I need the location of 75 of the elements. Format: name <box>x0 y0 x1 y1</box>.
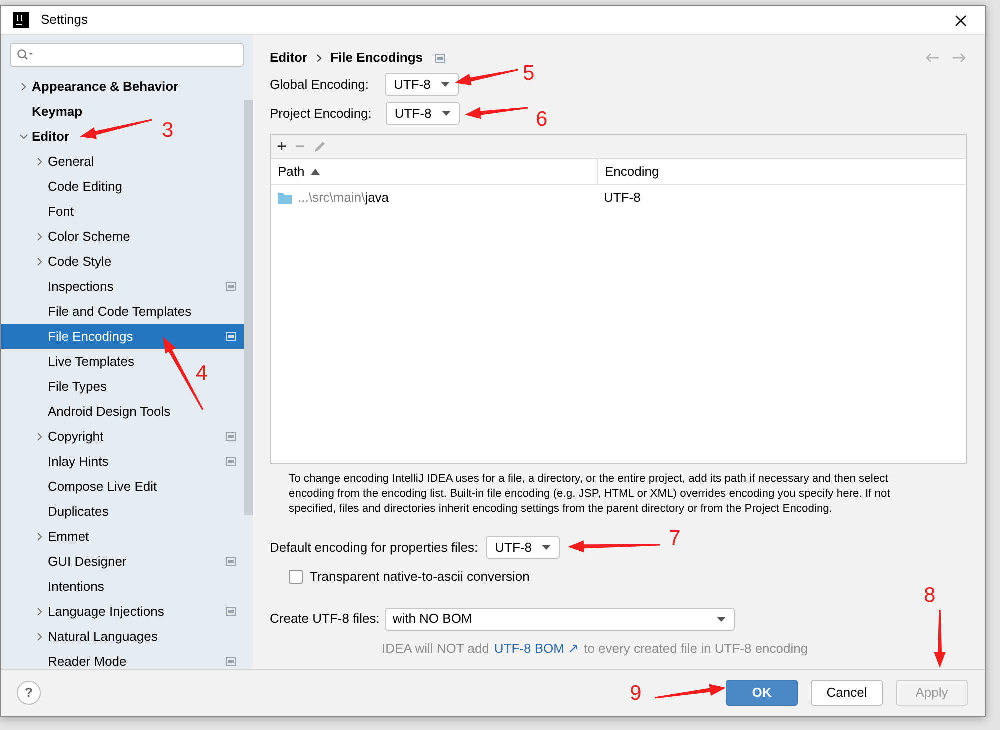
encoding-dropdown[interactable]: UTF-8 <box>386 102 460 125</box>
annotation-number: 4 <box>196 363 208 384</box>
column-header[interactable]: Encoding <box>597 159 660 184</box>
ok-button[interactable]: OK <box>726 680 798 706</box>
sidebar-item[interactable]: General <box>1 149 100 174</box>
scrollbar[interactable] <box>244 100 253 515</box>
sidebar-item[interactable]: Reader Mode <box>1 649 133 669</box>
sidebar-item[interactable]: Keymap <box>1 99 89 124</box>
checkbox[interactable] <box>289 570 303 584</box>
annotation-number: 7 <box>669 528 681 549</box>
edit-icon[interactable] <box>312 140 327 154</box>
sidebar-item[interactable]: Live Templates <box>1 349 140 374</box>
create-utf8-label: Create UTF-8 files: <box>270 610 380 628</box>
window-title: Settings <box>41 11 88 30</box>
caret-icon <box>442 111 451 116</box>
breadcrumb-item: File Encodings <box>330 49 424 68</box>
sidebar-item[interactable]: Copyright <box>1 424 110 449</box>
sidebar-item[interactable]: File Types <box>1 374 114 399</box>
encoding-dropdown[interactable]: UTF-8 <box>486 536 560 559</box>
sidebar-item[interactable]: Duplicates <box>1 499 115 524</box>
sidebar-item[interactable]: Inlay Hints <box>1 449 115 474</box>
encoding-dropdown[interactable]: UTF-8 <box>385 73 459 96</box>
sidebar-item[interactable]: Code Style <box>1 249 118 274</box>
sidebar-item[interactable]: Emmet <box>1 524 96 549</box>
breadcrumb-item: Editor <box>270 49 308 68</box>
annotation-number: 6 <box>536 109 548 130</box>
breadcrumb-separator-icon <box>316 54 323 62</box>
description-text: To change encoding IntelliJ IDEA uses for a file, a directory, or the entire project, add its path if necessary and then select encoding from the encoding list. Built-in file encoding (e.g. JSP, HTML or XML) overrides encoding you specify here. If not specified, files and directories inherit encoding settings from the parent directory or from the Project Encoding. <box>288 472 892 517</box>
sidebar-item[interactable]: Natural Languages <box>1 624 164 649</box>
sidebar-item[interactable]: Editor <box>1 124 76 149</box>
add-button[interactable]: + <box>277 138 287 155</box>
sidebar-item[interactable]: Appearance & Behavior <box>1 74 185 99</box>
checkbox-label: Transparent native-to-ascii conversion <box>310 568 530 586</box>
project-scope-icon <box>435 54 446 62</box>
back-arrow-icon[interactable] <box>925 53 940 63</box>
sidebar-item[interactable]: Android Design Tools <box>1 399 177 424</box>
annotation-arrow <box>465 107 528 120</box>
annotation-number: 9 <box>630 683 642 704</box>
hint-text: IDEA will NOT add <box>382 640 490 658</box>
sidebar-item[interactable]: Intentions <box>1 574 110 599</box>
close-icon <box>955 14 967 27</box>
caret-icon <box>542 545 551 550</box>
sidebar-item[interactable]: Inspections <box>1 274 120 299</box>
annotation-number: 3 <box>162 120 174 141</box>
caret-icon <box>716 616 726 622</box>
folder-icon <box>278 192 292 204</box>
hint-text: to every created file in UTF-8 encoding <box>584 640 808 658</box>
project-encoding-label: Project Encoding: <box>270 104 372 123</box>
sidebar-item[interactable]: Language Injections <box>1 599 170 624</box>
sidebar-item[interactable]: File and Code Templates <box>1 299 198 324</box>
annotation-number: 8 <box>924 585 936 606</box>
sidebar-item[interactable]: File Encodings <box>1 324 244 349</box>
properties-encoding-label: Default encoding for properties files: <box>270 538 478 557</box>
annotation-arrow <box>654 684 726 699</box>
annotation-arrow <box>455 69 518 86</box>
bom-link[interactable]: UTF-8 BOM ↗ <box>494 638 580 658</box>
search-icon <box>17 49 33 61</box>
annotation-number: 5 <box>523 63 535 84</box>
forward-arrow-icon[interactable] <box>952 53 967 63</box>
sidebar-item[interactable]: Compose Live Edit <box>1 474 164 499</box>
sidebar-item[interactable]: Code Editing <box>1 174 128 199</box>
help-button[interactable]: ? <box>17 681 41 705</box>
column-header[interactable]: Path <box>271 162 597 182</box>
annotation-arrow <box>934 610 946 668</box>
sidebar-item[interactable]: Font <box>1 199 80 224</box>
sidebar-item[interactable]: Color Scheme <box>1 224 136 249</box>
search-field[interactable] <box>10 43 244 67</box>
app-logo-icon <box>13 12 29 28</box>
encoding-cell-text: UTF-8 <box>603 189 641 208</box>
caret-icon <box>440 82 450 87</box>
dialog-button[interactable]: Cancel <box>811 680 883 706</box>
bom-dropdown[interactable]: with NO BOM <box>384 608 735 630</box>
global-encoding-label: Global Encoding: <box>270 76 370 94</box>
path-cell-text: ...\src\main\java <box>298 189 390 208</box>
sidebar-item[interactable]: GUI Designer <box>1 549 133 574</box>
